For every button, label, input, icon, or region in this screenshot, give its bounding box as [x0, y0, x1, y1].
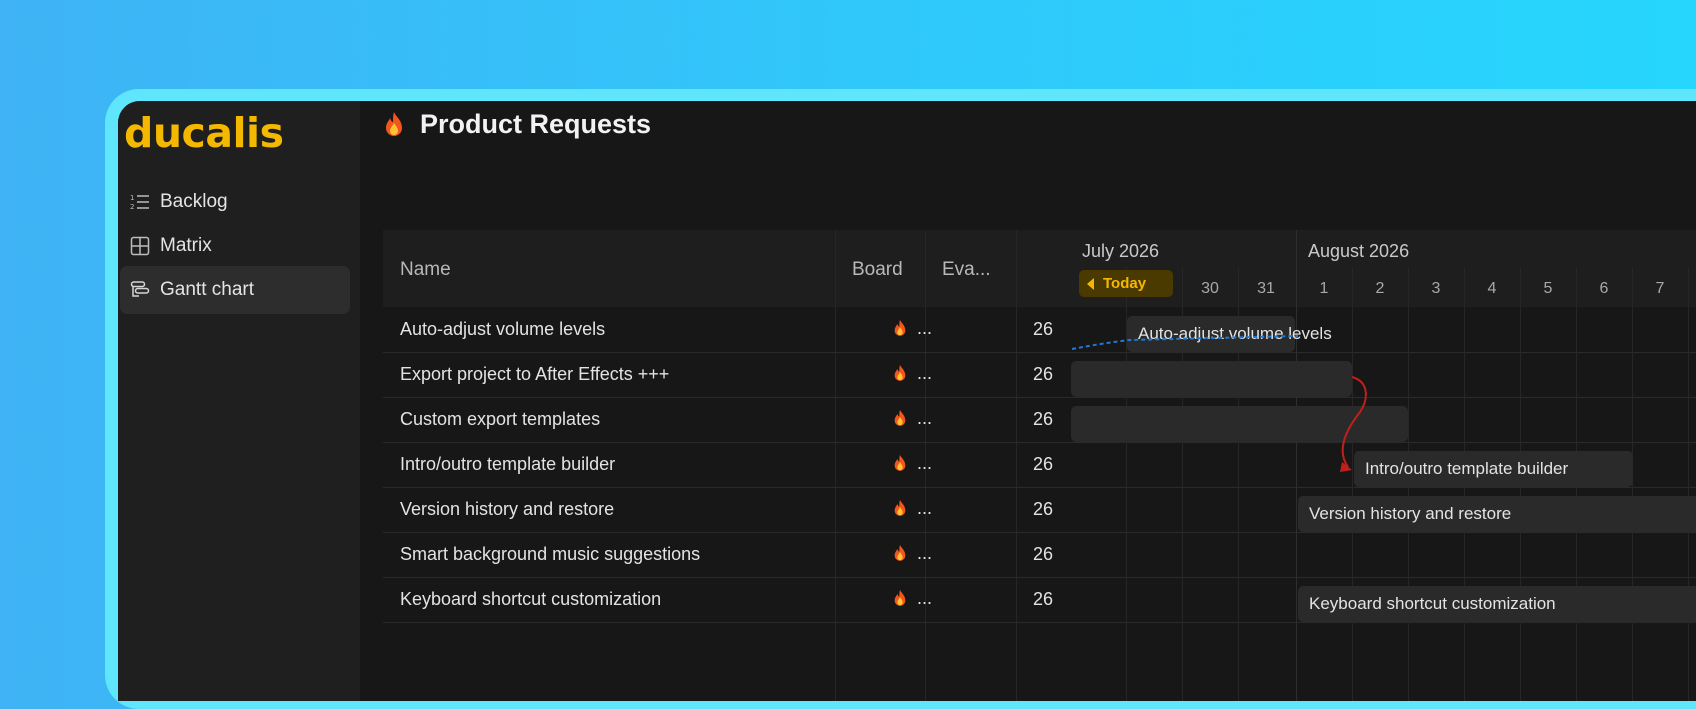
- day-label: 3: [1431, 280, 1441, 297]
- page-title: Product Requests: [382, 109, 651, 140]
- caret-left-icon: [1087, 277, 1094, 290]
- day-label: 30: [1201, 280, 1219, 297]
- page-title-text: Product Requests: [420, 109, 652, 139]
- column-header-name[interactable]: Name: [400, 259, 451, 281]
- row-board: ...: [892, 453, 932, 474]
- row-eval: 26: [1032, 319, 1053, 339]
- list-numbered-icon: 1 2: [130, 194, 149, 211]
- month-label: August 2026: [1308, 241, 1410, 261]
- sidebar-item-gantt-chart[interactable]: Gantt chart: [120, 266, 350, 314]
- fire-icon: [386, 111, 402, 136]
- row-board-label: ...: [917, 453, 933, 473]
- row-board: ...: [892, 408, 932, 429]
- grid-line: [1688, 267, 1689, 701]
- day-label: 7: [1655, 280, 1665, 297]
- fire-icon: [894, 409, 906, 426]
- grid-icon: [130, 236, 150, 256]
- row-board: ...: [892, 543, 932, 564]
- row-eval: 26: [1032, 364, 1053, 384]
- fire-icon: [894, 544, 906, 561]
- gantt-icon: [130, 281, 150, 297]
- sidebar-item-matrix[interactable]: Matrix: [120, 222, 350, 270]
- gantt-bar[interactable]: Intro/outro template builder: [1354, 451, 1633, 487]
- row-name[interactable]: Auto-adjust volume levels: [400, 319, 605, 340]
- month-divider: [1296, 230, 1297, 701]
- row-eval: 26: [1032, 409, 1053, 429]
- row-board-label: ...: [917, 498, 933, 518]
- day-label: 4: [1487, 280, 1497, 297]
- gantt-timeline: July 2026 August 2026 Today 30 31 1 2 3 …: [1070, 230, 1696, 701]
- gantt-bar-label: Intro/outro template builder: [1365, 459, 1569, 478]
- day-label: 31: [1257, 280, 1275, 297]
- fire-icon: [894, 319, 906, 336]
- row-name[interactable]: Intro/outro template builder: [400, 454, 615, 475]
- gantt-table: Name Board Eva... Auto-adjust volume lev…: [383, 230, 1696, 701]
- gantt-bar[interactable]: Keyboard shortcut customization: [1298, 586, 1696, 622]
- row-board-label: ...: [917, 588, 933, 608]
- today-label: Today: [1103, 275, 1147, 292]
- fire-icon: [894, 589, 906, 606]
- fire-icon: [894, 364, 906, 381]
- row-board: ...: [892, 363, 932, 384]
- logo[interactable]: ducalis: [124, 109, 284, 157]
- gantt-bar[interactable]: Auto-adjust volume levels: [1127, 316, 1332, 352]
- today-button[interactable]: Today: [1079, 270, 1173, 297]
- day-label: 2: [1375, 280, 1385, 297]
- row-board: ...: [892, 498, 932, 519]
- row-board-label: ...: [917, 408, 933, 428]
- row-board-label: ...: [917, 318, 933, 338]
- row-name[interactable]: Version history and restore: [400, 499, 614, 520]
- day-label: 5: [1543, 280, 1553, 297]
- row-eval: 26: [1032, 499, 1053, 519]
- sidebar: ducalis 1 2 Backlog Matrix Gantt chart: [118, 101, 360, 701]
- row-eval: 26: [1032, 454, 1053, 474]
- row-board: ...: [892, 588, 932, 609]
- column-header-board[interactable]: Board: [852, 259, 903, 281]
- gantt-bar-label: Keyboard shortcut customization: [1309, 594, 1556, 613]
- sidebar-item-label: Matrix: [160, 235, 212, 256]
- arrow-head-icon: [1340, 462, 1352, 472]
- row-name[interactable]: Smart background music suggestions: [400, 544, 700, 565]
- sidebar-item-label: Backlog: [160, 191, 228, 212]
- row-name[interactable]: Export project to After Effects +++: [400, 364, 669, 385]
- sidebar-item-label: Gantt chart: [160, 279, 254, 300]
- gantt-bar[interactable]: [1071, 361, 1352, 397]
- svg-text:1: 1: [130, 194, 134, 202]
- row-eval: 26: [1032, 589, 1053, 609]
- month-label: July 2026: [1082, 241, 1160, 261]
- row-board-label: ...: [917, 543, 933, 563]
- day-label: 1: [1319, 280, 1329, 297]
- row-eval: 26: [1032, 544, 1053, 564]
- gantt-bar-label: Auto-adjust volume levels: [1138, 324, 1332, 343]
- row-board: ...: [892, 318, 932, 339]
- fire-icon: [894, 499, 906, 516]
- row-name[interactable]: Custom export templates: [400, 409, 600, 430]
- gantt-bar[interactable]: [1071, 406, 1408, 442]
- svg-text:2: 2: [130, 203, 134, 211]
- fire-icon: [894, 454, 906, 471]
- sidebar-item-backlog[interactable]: 1 2 Backlog: [120, 178, 350, 226]
- gantt-bar[interactable]: Version history and restore: [1298, 496, 1696, 532]
- app-window: ducalis 1 2 Backlog Matrix Gantt chart P…: [118, 101, 1696, 701]
- column-header-eval[interactable]: Eva...: [942, 259, 991, 281]
- row-name[interactable]: Keyboard shortcut customization: [400, 589, 661, 610]
- row-board-label: ...: [917, 363, 933, 383]
- day-label: 6: [1599, 280, 1609, 297]
- gantt-bar-label: Version history and restore: [1309, 504, 1512, 523]
- grid-line: [1352, 267, 1353, 701]
